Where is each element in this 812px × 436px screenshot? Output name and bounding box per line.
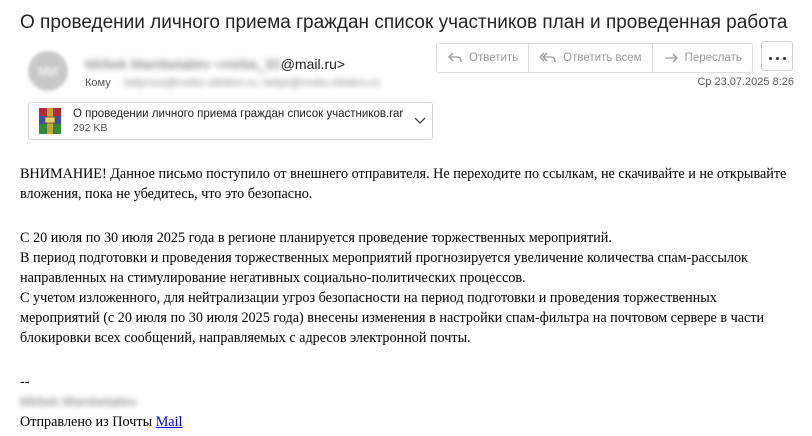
attachment-size: 292 KB bbox=[73, 122, 108, 134]
sender-name-redacted: Mirbek Mambetaliev <mirba_50 bbox=[85, 56, 281, 72]
forward-icon bbox=[664, 53, 678, 63]
winrar-archive-icon bbox=[39, 108, 61, 134]
reply-action-group: Ответить Ответить всем Переслать bbox=[436, 43, 753, 73]
sender-avatar[interactable]: МИ bbox=[28, 51, 68, 91]
more-dots-icon bbox=[767, 47, 788, 65]
email-subject: О проведении личного приема граждан спис… bbox=[20, 12, 788, 33]
reply-label: Ответить bbox=[469, 52, 519, 64]
sender-line[interactable]: Mirbek Mambetaliev <mirba_50@mail.ru> bbox=[85, 56, 345, 72]
message-body: ВНИМАНИЕ! Данное письмо поступило от вне… bbox=[20, 164, 798, 432]
forward-label: Переслать bbox=[684, 52, 742, 64]
body-paragraph-3: С учетом изложенного, для нейтрализации … bbox=[20, 290, 765, 346]
body-paragraph-1: С 20 июля по 30 июля 2025 года в регионе… bbox=[20, 230, 612, 246]
more-actions-button[interactable] bbox=[761, 41, 793, 71]
sent-from-text: Отправлено из Почты bbox=[20, 414, 153, 430]
to-label: Кому bbox=[85, 77, 111, 89]
reply-button[interactable]: Ответить bbox=[437, 44, 530, 72]
signature-dash: -- bbox=[20, 374, 30, 390]
sent-from-line: Отправлено из Почты Mail bbox=[20, 412, 798, 432]
sender-domain: @mail.ru> bbox=[280, 56, 346, 72]
mail-link[interactable]: Mail bbox=[156, 414, 183, 430]
external-sender-warning: ВНИМАНИЕ! Данное письмо поступило от вне… bbox=[20, 166, 787, 202]
signature-name-redacted: Mirbek Mambetaliev bbox=[20, 394, 137, 409]
received-date: Ср 23.07.2025 8:26 bbox=[697, 76, 794, 88]
recipients-row: Кому tadyrova@mobo-oblakm.ru; tadyb@mobo… bbox=[85, 77, 380, 89]
attachment-name: О проведении личного приема граждан спис… bbox=[73, 108, 404, 120]
message-actions: Ответить Ответить всем Переслать bbox=[436, 43, 753, 73]
reply-icon bbox=[448, 52, 462, 63]
attachment-card[interactable]: О проведении личного приема граждан спис… bbox=[28, 102, 433, 140]
reply-all-button[interactable]: Ответить всем bbox=[529, 44, 653, 72]
chevron-down-icon bbox=[414, 117, 426, 124]
forward-button[interactable]: Переслать bbox=[653, 44, 752, 72]
body-paragraph-2: В период подготовки и проведения торжест… bbox=[20, 250, 748, 286]
recipients-redacted[interactable]: tadyrova@mobo-oblakm.ru; tadyb@mobo-obla… bbox=[124, 77, 381, 89]
reply-all-icon bbox=[539, 52, 556, 63]
attachment-menu-button[interactable] bbox=[408, 117, 432, 125]
reply-all-label: Ответить всем bbox=[563, 52, 642, 64]
